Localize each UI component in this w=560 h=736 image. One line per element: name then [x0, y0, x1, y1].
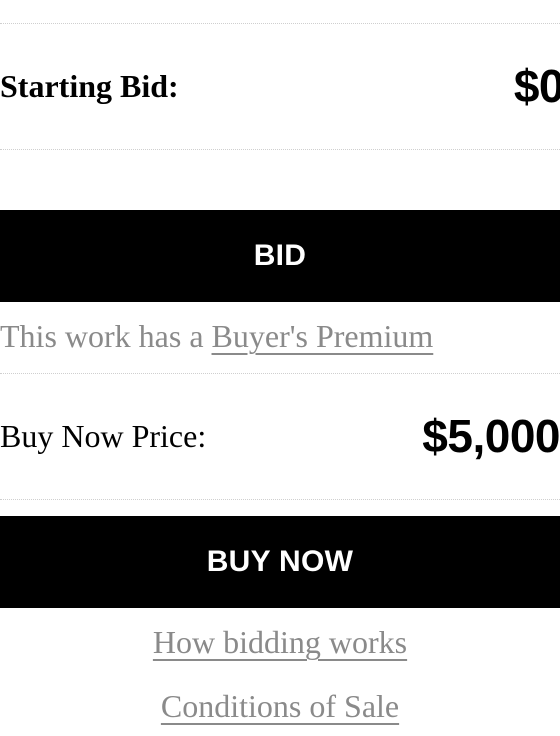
buyers-premium-text: This work has a	[0, 318, 212, 354]
buy-now-label: Buy Now Price:	[0, 417, 207, 454]
bid-button[interactable]: BID	[0, 210, 560, 302]
starting-bid-row: Starting Bid: $0	[0, 54, 560, 118]
buy-now-divider	[0, 499, 560, 500]
starting-bid-value: $0	[513, 60, 560, 112]
buyers-premium-note: This work has a Buyer's Premium	[0, 318, 433, 355]
starting-bid-label: Starting Bid:	[0, 67, 179, 104]
buy-now-button[interactable]: BUY NOW	[0, 516, 560, 608]
conditions-of-sale-link[interactable]: Conditions of Sale	[0, 688, 560, 725]
how-bidding-works-link[interactable]: How bidding works	[0, 624, 560, 661]
buy-now-price-value: $5,000	[422, 410, 560, 462]
top-divider	[0, 23, 560, 24]
premium-divider	[0, 373, 560, 374]
buy-now-row: Buy Now Price: $5,000	[0, 404, 560, 468]
buyers-premium-link[interactable]: Buyer's Premium	[212, 318, 434, 354]
starting-bid-divider	[0, 149, 560, 150]
